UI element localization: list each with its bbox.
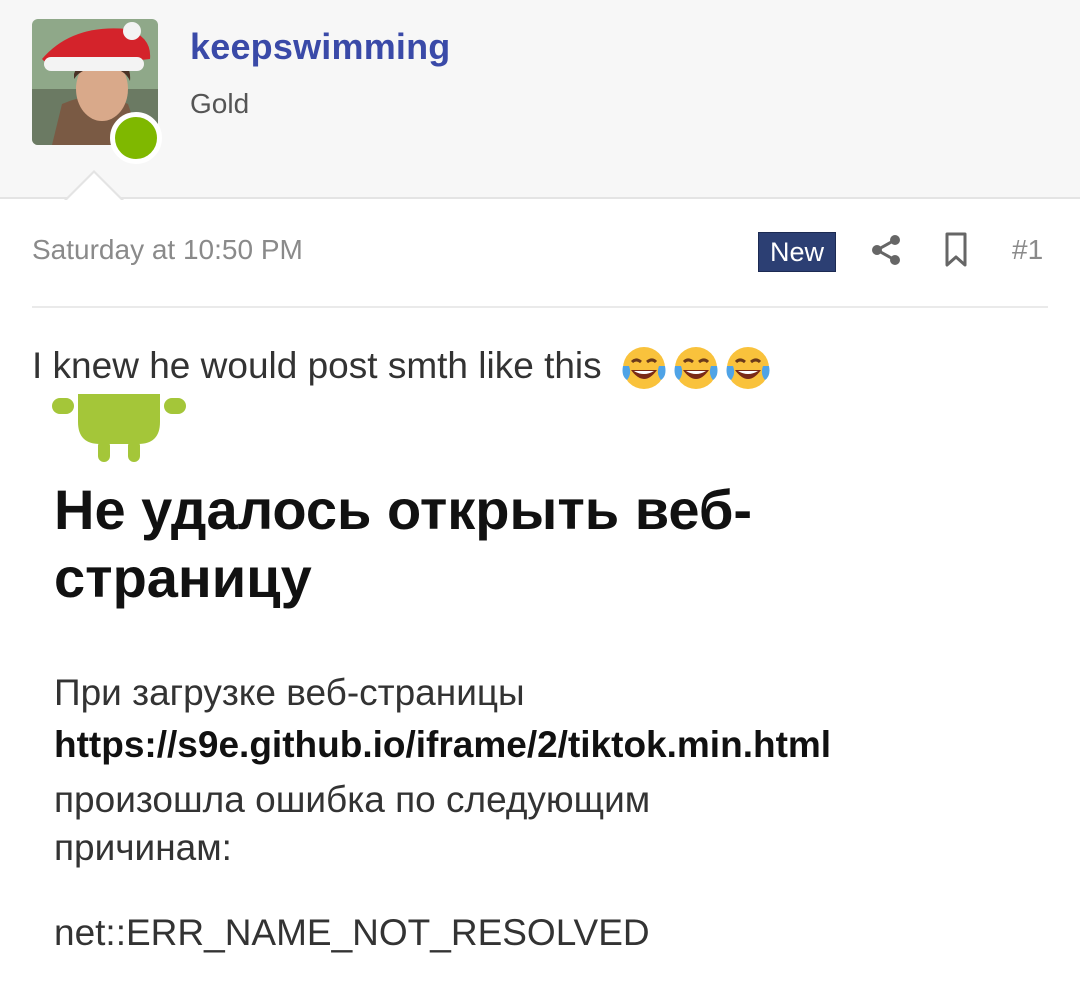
error-url: https://s9e.github.io/iframe/2/tiktok.mi…: [54, 724, 832, 765]
header-pointer-fill: [66, 173, 122, 201]
face-with-tears-of-joy-icon: [674, 347, 718, 389]
post-body-text: I knew he would post smth like this: [32, 344, 772, 392]
post-number-link[interactable]: #1: [1012, 234, 1043, 266]
user-header: keepswimming Gold: [0, 0, 1080, 201]
share-icon[interactable]: [870, 234, 902, 266]
post-date-link[interactable]: Saturday at 10:50 PM: [32, 234, 303, 266]
post-meta-bar: Saturday at 10:50 PM New #1: [32, 230, 1048, 308]
android-robot-icon: [52, 394, 186, 462]
post-message: I knew he would post smth like this: [32, 344, 602, 386]
error-code: net::ERR_NAME_NOT_RESOLVED: [54, 912, 650, 953]
user-title: Gold: [190, 88, 250, 119]
face-with-tears-of-joy-icon: [726, 347, 770, 389]
error-message-reason: произошла ошибка по следующим причинам:: [54, 779, 651, 868]
online-status-indicator: [110, 112, 162, 164]
new-badge: New: [758, 232, 837, 272]
face-with-tears-of-joy-icon: [622, 347, 666, 389]
username-link[interactable]: keepswimming: [190, 26, 450, 68]
error-title: Не удалось открыть веб-страницу: [54, 478, 753, 609]
bookmark-icon[interactable]: [944, 232, 968, 268]
emoji-group: [620, 344, 772, 392]
error-message-intro: При загрузке веб-страницы: [54, 672, 525, 713]
